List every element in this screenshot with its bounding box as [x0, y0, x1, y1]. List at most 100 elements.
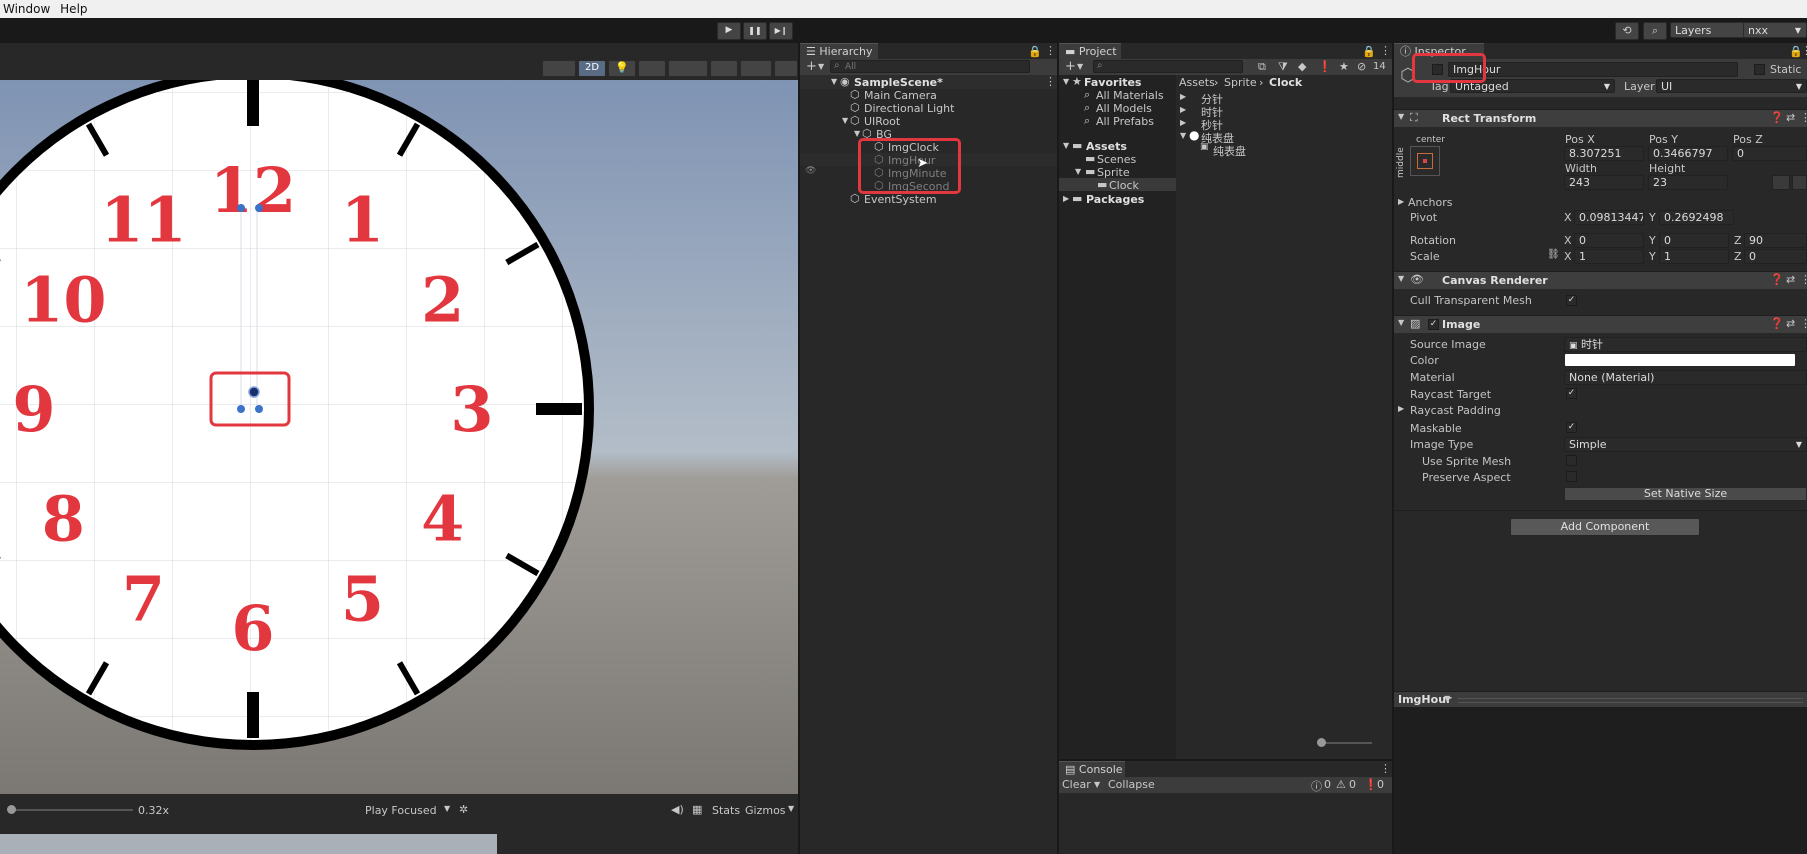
- more-icon[interactable]: ⋮: [1045, 44, 1056, 57]
- use-sprite-mesh-checkbox[interactable]: [1566, 455, 1577, 466]
- audio-icon[interactable]: [638, 60, 666, 77]
- help-icon[interactable]: ❓: [1770, 111, 1784, 124]
- preserve-aspect-checkbox[interactable]: [1566, 471, 1577, 482]
- color-swatch[interactable]: [1565, 354, 1795, 366]
- blueprint-mode-button[interactable]: [1772, 175, 1790, 190]
- breadcrumb-assets[interactable]: Assets: [1179, 76, 1215, 89]
- visibility-icon[interactable]: 👁: [805, 166, 816, 176]
- expand-arrow-icon[interactable]: ▶: [1063, 194, 1069, 203]
- chevron-down-icon[interactable]: ▼: [1444, 694, 1450, 703]
- material-field[interactable]: None (Material): [1564, 370, 1807, 385]
- more-icon[interactable]: ⋮: [1801, 44, 1807, 57]
- info-count[interactable]: 0: [1324, 778, 1331, 791]
- posy-field[interactable]: 0.3466797: [1648, 146, 1728, 161]
- tree-item-all-prefabs[interactable]: All Prefabs: [1096, 115, 1154, 128]
- expand-arrow-icon[interactable]: ▼: [842, 116, 848, 125]
- expand-arrow-icon[interactable]: ▼: [1063, 141, 1069, 150]
- selected-pivot-icon[interactable]: [248, 386, 260, 398]
- lighting-icon[interactable]: 💡: [608, 60, 636, 77]
- hidden-icon[interactable]: ⊘: [1357, 60, 1366, 73]
- menu-help[interactable]: Help: [57, 0, 90, 18]
- scene-canvas[interactable]: 12 12 3 45678 9 10 11: [0, 80, 798, 794]
- keyboard-icon[interactable]: ▦: [692, 803, 702, 816]
- label-icon[interactable]: ◆: [1298, 60, 1306, 73]
- tree-item-clock[interactable]: Clock: [1109, 179, 1139, 192]
- collapse-button[interactable]: Collapse: [1108, 778, 1155, 791]
- layer-dropdown[interactable]: UI ▼: [1656, 79, 1807, 93]
- search-icon[interactable]: ⌕: [1643, 22, 1667, 40]
- link-icon[interactable]: ⛓: [1547, 249, 1560, 260]
- add-component-button[interactable]: Add Component: [1510, 518, 1700, 536]
- scale-x-field[interactable]: 1: [1574, 249, 1644, 264]
- image-enabled-checkbox[interactable]: ✓: [1428, 319, 1439, 330]
- tree-item-packages[interactable]: Packages: [1086, 193, 1144, 206]
- raycast-padding-label[interactable]: Raycast Padding: [1410, 404, 1501, 417]
- play-focused-dropdown[interactable]: Play Focused: [365, 804, 437, 817]
- bug-icon[interactable]: ✲: [459, 803, 468, 816]
- speaker-icon[interactable]: ◀): [671, 803, 684, 816]
- warning-count[interactable]: 0: [1349, 778, 1356, 791]
- error-count[interactable]: 0: [1377, 778, 1384, 791]
- tab-hierarchy[interactable]: ☰ Hierarchy: [800, 43, 878, 59]
- rect-transform-header[interactable]: ▼ ⛶ Rect Transform ❓ ⇄ ⋮: [1394, 109, 1807, 127]
- expand-arrow-icon[interactable]: ▶: [1180, 118, 1186, 127]
- rot-z-field[interactable]: 90: [1744, 233, 1807, 248]
- step-button[interactable]: ▶❙: [769, 22, 793, 40]
- image-type-dropdown[interactable]: Simple ▼: [1564, 437, 1807, 452]
- shading-mode-button[interactable]: [542, 60, 576, 77]
- zoom-slider-handle[interactable]: [7, 805, 16, 814]
- more-icon[interactable]: ⋮: [1800, 111, 1807, 124]
- search-by-type-icon[interactable]: ⧉: [1258, 60, 1266, 74]
- anchors-label[interactable]: Anchors: [1408, 196, 1453, 209]
- anchor-preset-button[interactable]: [1410, 146, 1440, 176]
- raycast-target-checkbox[interactable]: ✓: [1566, 388, 1577, 399]
- history-icon[interactable]: ⟲: [1615, 22, 1639, 40]
- lock-icon[interactable]: 🔒: [1362, 45, 1376, 58]
- icon-size-slider-handle[interactable]: [1317, 738, 1326, 747]
- add-icon[interactable]: +: [806, 59, 817, 74]
- mode-2d-button[interactable]: 2D: [578, 60, 606, 77]
- zoom-slider-track[interactable]: [8, 809, 133, 811]
- static-checkbox[interactable]: [1754, 64, 1765, 75]
- settings-icon[interactable]: ⇄: [1786, 273, 1795, 286]
- camera-icon[interactable]: [740, 60, 772, 77]
- icon-size-slider[interactable]: [1322, 742, 1372, 744]
- expand-arrow-icon[interactable]: ▶: [1180, 105, 1186, 114]
- more-icon[interactable]: ⋮: [1045, 75, 1056, 88]
- breadcrumb-clock[interactable]: Clock: [1269, 76, 1302, 89]
- tree-item-eventsystem[interactable]: EventSystem: [864, 193, 937, 206]
- add-icon[interactable]: +: [1065, 59, 1076, 74]
- help-icon[interactable]: ❓: [1770, 317, 1784, 330]
- tree-item-favorites[interactable]: Favorites: [1084, 76, 1141, 89]
- help-icon[interactable]: ❓: [1770, 273, 1784, 286]
- height-field[interactable]: 23: [1648, 175, 1728, 190]
- expand-arrow-icon[interactable]: ▶: [1398, 404, 1404, 413]
- lock-icon[interactable]: 🔒: [1028, 45, 1042, 58]
- tree-item-all-materials[interactable]: All Materials: [1096, 89, 1164, 102]
- more-icon[interactable]: ⋮: [1800, 317, 1807, 330]
- rot-y-field[interactable]: 0: [1659, 233, 1729, 248]
- filter-icon[interactable]: ⧩: [1278, 60, 1288, 74]
- effects-icon[interactable]: [668, 60, 708, 77]
- visibility-icon[interactable]: [710, 60, 738, 77]
- scale-y-field[interactable]: 1: [1659, 249, 1729, 264]
- pivot-y-field[interactable]: 0.2692498: [1659, 210, 1734, 225]
- cull-transparent-checkbox[interactable]: ✓: [1566, 295, 1577, 306]
- more-icon[interactable]: ⋮: [1800, 273, 1807, 286]
- layout-dropdown[interactable]: nxx ▼: [1743, 22, 1807, 38]
- tab-project[interactable]: ▬ Project: [1059, 43, 1121, 59]
- clear-button[interactable]: Clear: [1062, 778, 1091, 791]
- scale-z-field[interactable]: 0: [1744, 249, 1807, 264]
- pause-button[interactable]: ❚❚: [743, 22, 767, 40]
- settings-icon[interactable]: ⇄: [1786, 111, 1795, 124]
- expand-arrow-icon[interactable]: ▶: [1180, 92, 1186, 101]
- tab-console[interactable]: ▤ Console: [1059, 761, 1125, 777]
- object-name-input[interactable]: ImgHour: [1448, 62, 1738, 77]
- menu-window[interactable]: Window: [0, 0, 53, 18]
- expand-arrow-icon[interactable]: ▼: [831, 77, 837, 86]
- expand-arrow-icon[interactable]: ▼: [1075, 167, 1081, 176]
- tree-item-all-models[interactable]: All Models: [1096, 102, 1152, 115]
- posz-field[interactable]: 0: [1732, 146, 1807, 161]
- raw-edit-button[interactable]: [1792, 175, 1807, 190]
- star-icon[interactable]: ★: [1339, 60, 1349, 73]
